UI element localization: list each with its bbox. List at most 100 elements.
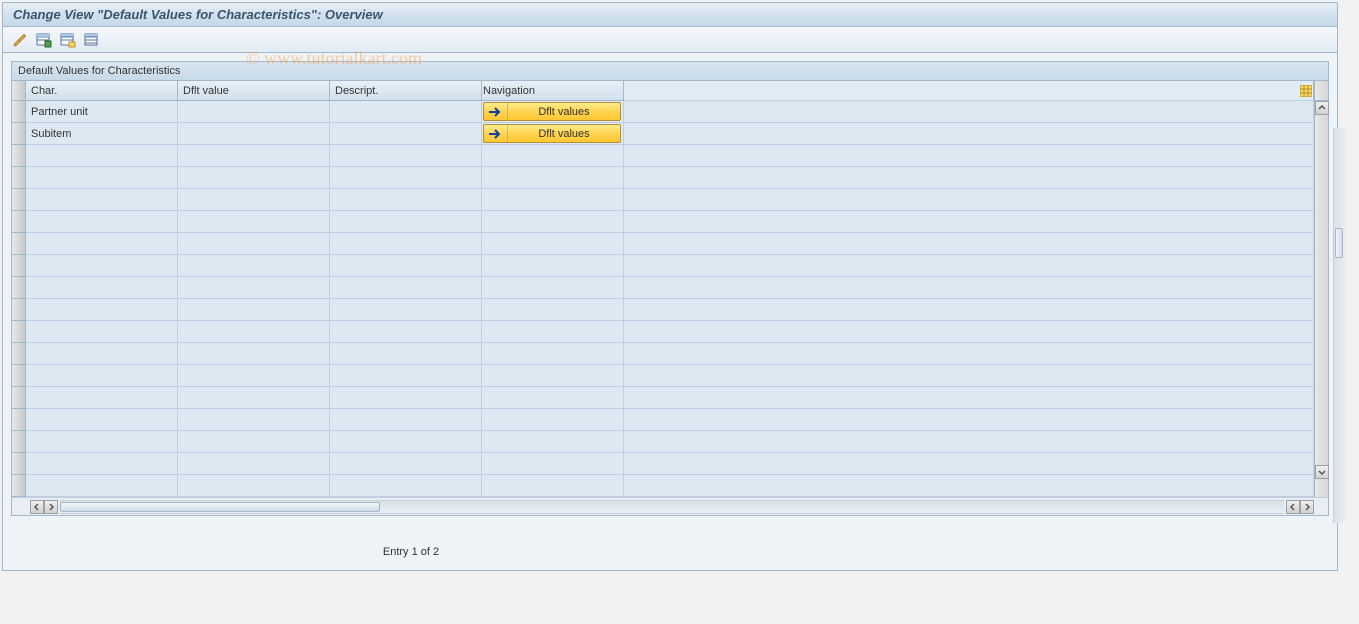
cell-descript[interactable]: [330, 101, 482, 123]
table-deselect-button[interactable]: [83, 31, 101, 49]
scroll-down-button[interactable]: [1315, 465, 1329, 479]
scroll-right-button[interactable]: [44, 500, 58, 514]
row-selector[interactable]: [12, 343, 26, 365]
col-header-navigation[interactable]: Navigation: [482, 81, 624, 101]
cell-dflt-value[interactable]: [178, 101, 330, 123]
scroll-left-end-button[interactable]: [1286, 500, 1300, 514]
cell-char-empty[interactable]: [26, 321, 178, 343]
table-row-empty[interactable]: [12, 409, 1314, 431]
cell-char-empty[interactable]: [26, 145, 178, 167]
cell-dflt-empty[interactable]: [178, 167, 330, 189]
edit-button[interactable]: [11, 31, 29, 49]
scroll-left-button[interactable]: [30, 500, 44, 514]
cell-desc-empty[interactable]: [330, 475, 482, 497]
cell-dflt-empty[interactable]: [178, 321, 330, 343]
cell-desc-empty[interactable]: [330, 365, 482, 387]
table-row-empty[interactable]: [12, 475, 1314, 497]
scroll-track-v[interactable]: [1315, 115, 1328, 465]
cell-desc-empty[interactable]: [330, 387, 482, 409]
table-row-empty[interactable]: [12, 167, 1314, 189]
table-row-empty[interactable]: [12, 277, 1314, 299]
row-selector[interactable]: [12, 453, 26, 475]
table-row-empty[interactable]: [12, 211, 1314, 233]
row-selector[interactable]: [12, 101, 26, 123]
cell-desc-empty[interactable]: [330, 211, 482, 233]
dflt-values-button[interactable]: Dflt values: [483, 102, 621, 121]
cell-char-empty[interactable]: [26, 387, 178, 409]
row-selector[interactable]: [12, 387, 26, 409]
row-selector-header[interactable]: [12, 81, 26, 101]
cell-desc-empty[interactable]: [330, 343, 482, 365]
cell-dflt-empty[interactable]: [178, 255, 330, 277]
table-select-button[interactable]: [59, 31, 77, 49]
row-selector[interactable]: [12, 211, 26, 233]
cell-desc-empty[interactable]: [330, 299, 482, 321]
row-selector[interactable]: [12, 475, 26, 497]
table-row-empty[interactable]: [12, 189, 1314, 211]
cell-char-empty[interactable]: [26, 189, 178, 211]
cell-dflt-empty[interactable]: [178, 453, 330, 475]
row-selector[interactable]: [12, 277, 26, 299]
row-selector[interactable]: [12, 365, 26, 387]
cell-char-empty[interactable]: [26, 233, 178, 255]
cell-char-empty[interactable]: [26, 365, 178, 387]
row-selector[interactable]: [12, 321, 26, 343]
cell-desc-empty[interactable]: [330, 145, 482, 167]
cell-char-empty[interactable]: [26, 431, 178, 453]
scroll-up-button[interactable]: [1315, 101, 1329, 115]
row-selector[interactable]: [12, 299, 26, 321]
vscroll-thumb[interactable]: [1335, 228, 1343, 258]
cell-desc-empty[interactable]: [330, 277, 482, 299]
cell-desc-empty[interactable]: [330, 233, 482, 255]
cell-dflt-empty[interactable]: [178, 145, 330, 167]
cell-char[interactable]: Subitem: [26, 123, 178, 145]
cell-dflt-empty[interactable]: [178, 277, 330, 299]
col-header-descript[interactable]: Descript.: [330, 81, 482, 101]
cell-desc-empty[interactable]: [330, 431, 482, 453]
row-selector[interactable]: [12, 167, 26, 189]
table-row-empty[interactable]: [12, 321, 1314, 343]
scroll-right-end-button[interactable]: [1300, 500, 1314, 514]
cell-char-empty[interactable]: [26, 167, 178, 189]
table-row-empty[interactable]: [12, 387, 1314, 409]
table-row-empty[interactable]: [12, 343, 1314, 365]
table-row-empty[interactable]: [12, 453, 1314, 475]
table-row[interactable]: Partner unit Dflt values: [12, 101, 1314, 123]
cell-dflt-empty[interactable]: [178, 299, 330, 321]
table-settings-button[interactable]: [1299, 84, 1312, 97]
row-selector[interactable]: [12, 123, 26, 145]
row-selector[interactable]: [12, 189, 26, 211]
cell-desc-empty[interactable]: [330, 321, 482, 343]
row-selector[interactable]: [12, 255, 26, 277]
cell-char-empty[interactable]: [26, 409, 178, 431]
table-row-empty[interactable]: [12, 145, 1314, 167]
cell-char-empty[interactable]: [26, 211, 178, 233]
cell-dflt-empty[interactable]: [178, 475, 330, 497]
col-header-char[interactable]: Char.: [26, 81, 178, 101]
hscroll-thumb[interactable]: [60, 502, 380, 512]
cell-desc-empty[interactable]: [330, 409, 482, 431]
cell-char-empty[interactable]: [26, 255, 178, 277]
cell-char-empty[interactable]: [26, 475, 178, 497]
cell-dflt-empty[interactable]: [178, 365, 330, 387]
cell-char-empty[interactable]: [26, 343, 178, 365]
cell-dflt-empty[interactable]: [178, 189, 330, 211]
hscroll-track[interactable]: [60, 500, 1284, 514]
cell-dflt-empty[interactable]: [178, 343, 330, 365]
dflt-values-button[interactable]: Dflt values: [483, 124, 621, 143]
cell-descript[interactable]: [330, 123, 482, 145]
row-selector[interactable]: [12, 233, 26, 255]
cell-char-empty[interactable]: [26, 277, 178, 299]
table-row-empty[interactable]: [12, 299, 1314, 321]
table-row-empty[interactable]: [12, 365, 1314, 387]
table-row-empty[interactable]: [12, 255, 1314, 277]
cell-char-empty[interactable]: [26, 453, 178, 475]
cell-dflt-empty[interactable]: [178, 431, 330, 453]
cell-dflt-empty[interactable]: [178, 409, 330, 431]
cell-char[interactable]: Partner unit: [26, 101, 178, 123]
cell-desc-empty[interactable]: [330, 453, 482, 475]
cell-desc-empty[interactable]: [330, 167, 482, 189]
cell-dflt-empty[interactable]: [178, 387, 330, 409]
col-header-dflt-value[interactable]: Dflt value: [178, 81, 330, 101]
row-selector[interactable]: [12, 431, 26, 453]
